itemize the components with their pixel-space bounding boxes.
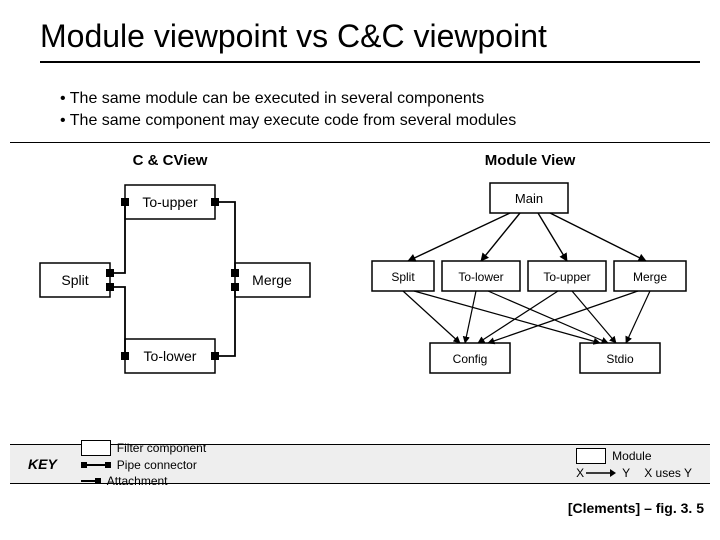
mod-split-label: Split [391, 270, 415, 284]
slide-title: Module viewpoint vs C&C viewpoint [40, 18, 700, 63]
mod-stdio-label: Stdio [606, 352, 634, 366]
cc-to-upper-label: To-upper [142, 194, 198, 210]
bullet-item: The same component may execute code from… [60, 110, 680, 132]
key-y-text: Y [622, 466, 630, 480]
diagram-area: C & CView Module View To-upper Split Mer… [10, 142, 710, 442]
key-filter-text: Filter component [117, 441, 206, 455]
key-module-text: Module [612, 449, 651, 463]
key-pipe-text: Pipe connector [117, 458, 197, 472]
mod-main-label: Main [515, 191, 543, 206]
module-view-title: Module View [485, 152, 576, 169]
module-symbol-icon [576, 448, 606, 464]
cc-merge-label: Merge [252, 272, 292, 288]
citation-text: [Clements] – fig. 3. 5 [568, 500, 704, 516]
key-legend: KEY Filter component Pipe connector Atta… [10, 444, 710, 484]
key-uses-text: X uses Y [644, 466, 692, 480]
uses-arrow-icon [584, 468, 616, 478]
pipe-symbol-icon [81, 464, 111, 466]
key-x-text: X [576, 466, 584, 480]
mod-config-label: Config [453, 352, 488, 366]
mod-merge-label: Merge [633, 270, 667, 284]
mod-toupper-label: To-upper [543, 270, 590, 284]
key-attach-text: Attachment [107, 474, 168, 488]
mod-tolower-label: To-lower [458, 270, 503, 284]
key-label: KEY [28, 456, 57, 472]
cc-split-label: Split [61, 272, 88, 288]
bullet-item: The same module can be executed in sever… [60, 88, 680, 110]
attachment-symbol-icon [81, 480, 101, 482]
cc-view-title: C & CView [133, 152, 208, 169]
filter-symbol-icon [81, 440, 111, 456]
bullet-list: The same module can be executed in sever… [60, 88, 680, 133]
cc-to-lower-label: To-lower [144, 348, 197, 364]
